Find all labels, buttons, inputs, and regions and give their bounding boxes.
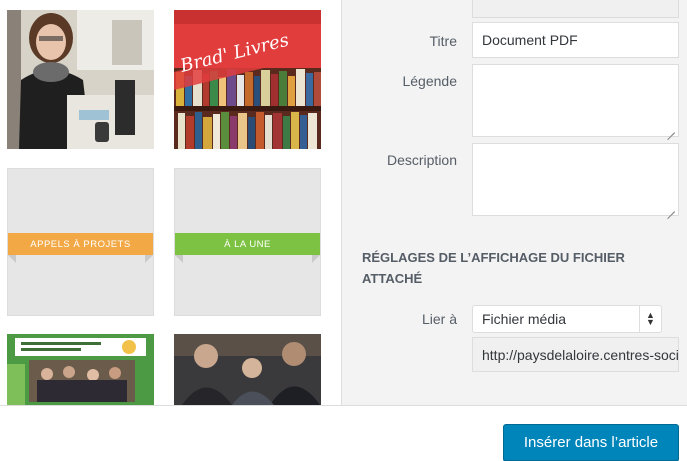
previous-field[interactable] — [472, 0, 679, 18]
ribbon-fold — [145, 255, 153, 263]
media-thumbnail-document-une[interactable]: À LA UNE — [174, 168, 321, 316]
resize-handle-icon[interactable] — [667, 125, 675, 133]
attachment-details-panel: Titre Document PDF Légende Description R… — [341, 0, 687, 405]
caption-label: Légende — [402, 73, 457, 89]
resize-handle-icon[interactable] — [667, 204, 675, 212]
ribbon-fold — [175, 255, 183, 263]
description-textarea[interactable] — [472, 143, 679, 216]
thumbnail-photo — [174, 334, 321, 405]
media-thumbnail-document-appels[interactable]: APPELS À PROJETS — [7, 168, 154, 316]
thumbnail-flyer — [7, 334, 154, 405]
media-grid: Brad' Livres APPELS À PROJETS À LA UNE — [0, 0, 340, 405]
caption-textarea[interactable] — [472, 64, 679, 137]
media-toolbar: Insérer dans l’article — [0, 405, 687, 461]
link-url-field[interactable]: http://paysdelaloire.centres-sociaux.fr/… — [472, 337, 679, 372]
media-thumbnail-event-flyer[interactable] — [7, 334, 154, 405]
select-arrows-icon: ▲ ▼ — [639, 306, 661, 332]
ribbon-fold — [8, 255, 16, 263]
thumbnail-ribbon: À LA UNE — [175, 233, 320, 255]
thumbnail-poster: Brad' Livres — [174, 10, 321, 149]
thumbnail-photo — [7, 10, 154, 149]
title-label: Titre — [429, 33, 457, 49]
media-thumbnail-woman-at-desk[interactable] — [7, 10, 154, 149]
ribbon-fold — [312, 255, 320, 263]
insert-into-post-button[interactable]: Insérer dans l’article — [503, 424, 679, 461]
link-to-selected-value: Fichier média — [482, 311, 567, 327]
link-to-label: Lier à — [421, 311, 457, 327]
description-label: Description — [386, 152, 457, 168]
display-settings-heading: RÉGLAGES DE L’AFFICHAGE DU FICHIER ATTAC… — [362, 250, 625, 286]
media-thumbnail-bookshelf-poster[interactable]: Brad' Livres — [174, 10, 321, 149]
thumbnail-ribbon: APPELS À PROJETS — [8, 233, 153, 255]
link-to-select[interactable]: Fichier média ▲ ▼ — [472, 305, 662, 333]
media-thumbnail-meeting-photo[interactable] — [174, 334, 321, 405]
title-input[interactable]: Document PDF — [472, 22, 679, 58]
